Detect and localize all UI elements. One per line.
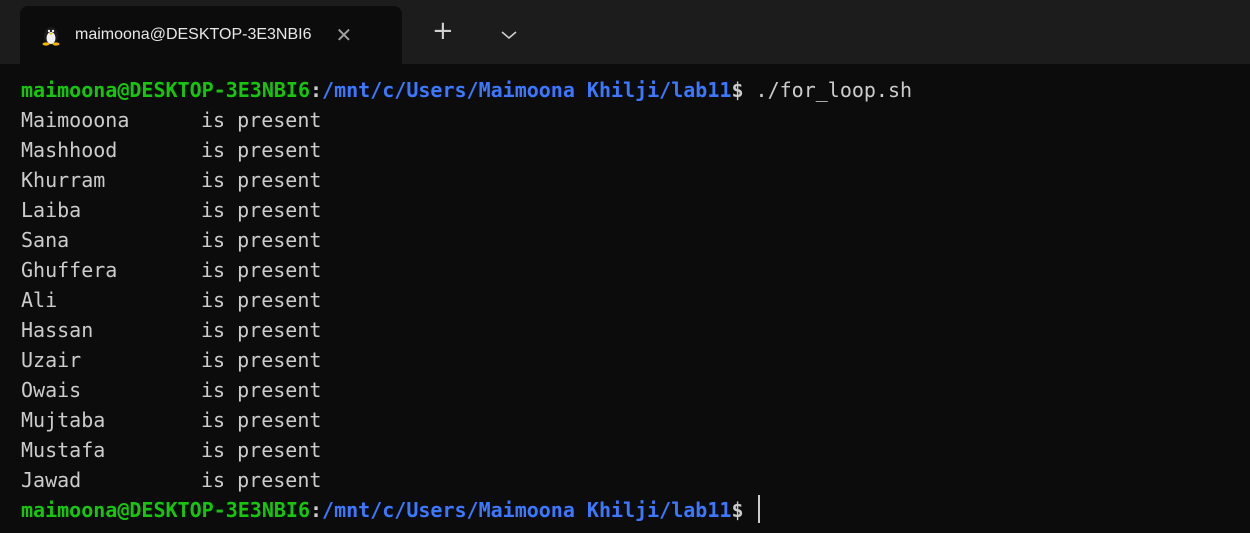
output-line: Khurram is present bbox=[21, 165, 1250, 195]
prompt-dollar: $ bbox=[731, 78, 744, 102]
tab-title: maimoona@DESKTOP-3E3NBI6 bbox=[75, 26, 312, 43]
output-status: is present bbox=[201, 378, 322, 402]
output-line: Ghuffera is present bbox=[21, 255, 1250, 285]
terminal-window: maimoona@DESKTOP-3E3NBI6 ✕ + maimoona@DE… bbox=[0, 0, 1250, 533]
output-name: Mujtaba bbox=[21, 408, 106, 432]
output-line: Hassan is present bbox=[21, 315, 1250, 345]
command-input[interactable] bbox=[743, 498, 755, 522]
output-name: Uzair bbox=[21, 348, 82, 372]
output-status: is present bbox=[201, 468, 322, 492]
text-cursor bbox=[757, 495, 760, 523]
output-name: Hassan bbox=[21, 318, 94, 342]
output-name: Khurram bbox=[21, 168, 106, 192]
prompt-colon: : bbox=[309, 78, 323, 102]
output-name: Mashhood bbox=[21, 138, 118, 162]
close-icon[interactable]: ✕ bbox=[335, 25, 352, 45]
output-line: Laiba is present bbox=[21, 195, 1250, 225]
output-name: Maimooona bbox=[21, 108, 130, 132]
output-status: is present bbox=[201, 168, 322, 192]
prompt-line-active[interactable]: maimoona@DESKTOP-3E3NBI6:/mnt/c/Users/Ma… bbox=[21, 495, 1250, 525]
output-name: Owais bbox=[21, 378, 82, 402]
output-name: Mustafa bbox=[21, 438, 106, 462]
output-status: is present bbox=[201, 408, 322, 432]
output-line: Mashhood is present bbox=[21, 135, 1250, 165]
terminal-output[interactable]: maimoona@DESKTOP-3E3NBI6:/mnt/c/Users/Ma… bbox=[21, 75, 1250, 525]
prompt-user-host: maimoona@DESKTOP-3E3NBI6 bbox=[21, 498, 310, 522]
output-line: Jawad is present bbox=[21, 465, 1250, 495]
output-line: Mustafa is present bbox=[21, 435, 1250, 465]
prompt-path: /mnt/c/Users/Maimoona Khilji/lab11 bbox=[322, 498, 732, 522]
output-status: is present bbox=[201, 198, 322, 222]
output-status: is present bbox=[201, 108, 322, 132]
output-status: is present bbox=[201, 258, 322, 282]
prompt-user-host: maimoona@DESKTOP-3E3NBI6 bbox=[21, 78, 310, 102]
output-status: is present bbox=[201, 318, 322, 342]
prompt-colon: : bbox=[309, 498, 323, 522]
output-line: Owais is present bbox=[21, 375, 1250, 405]
chevron-down-icon[interactable] bbox=[500, 26, 518, 40]
new-tab-button[interactable]: + bbox=[432, 18, 454, 44]
output-name: Laiba bbox=[21, 198, 82, 222]
output-line: Mujtaba is present bbox=[21, 405, 1250, 435]
output-name: Ghuffera bbox=[21, 258, 118, 282]
output-name: Jawad bbox=[21, 468, 82, 492]
output-line: Maimooona is present bbox=[21, 105, 1250, 135]
prompt-line: maimoona@DESKTOP-3E3NBI6:/mnt/c/Users/Ma… bbox=[21, 75, 1250, 105]
output-line: Sana is present bbox=[21, 225, 1250, 255]
tab-bar: maimoona@DESKTOP-3E3NBI6 ✕ + bbox=[0, 0, 1250, 64]
output-status: is present bbox=[201, 348, 322, 372]
output-status: is present bbox=[201, 138, 322, 162]
prompt-dollar: $ bbox=[731, 498, 744, 522]
output-line: Uzair is present bbox=[21, 345, 1250, 375]
command-text: ./for_loop.sh bbox=[743, 78, 913, 102]
output-name: Ali bbox=[21, 288, 58, 312]
prompt-path: /mnt/c/Users/Maimoona Khilji/lab11 bbox=[322, 78, 732, 102]
output-name: Sana bbox=[21, 228, 70, 252]
linux-penguin-icon bbox=[40, 24, 62, 46]
tab-active[interactable]: maimoona@DESKTOP-3E3NBI6 ✕ bbox=[20, 6, 402, 64]
output-status: is present bbox=[201, 288, 322, 312]
output-status: is present bbox=[201, 438, 322, 462]
output-status: is present bbox=[201, 228, 322, 252]
output-line: Ali is present bbox=[21, 285, 1250, 315]
